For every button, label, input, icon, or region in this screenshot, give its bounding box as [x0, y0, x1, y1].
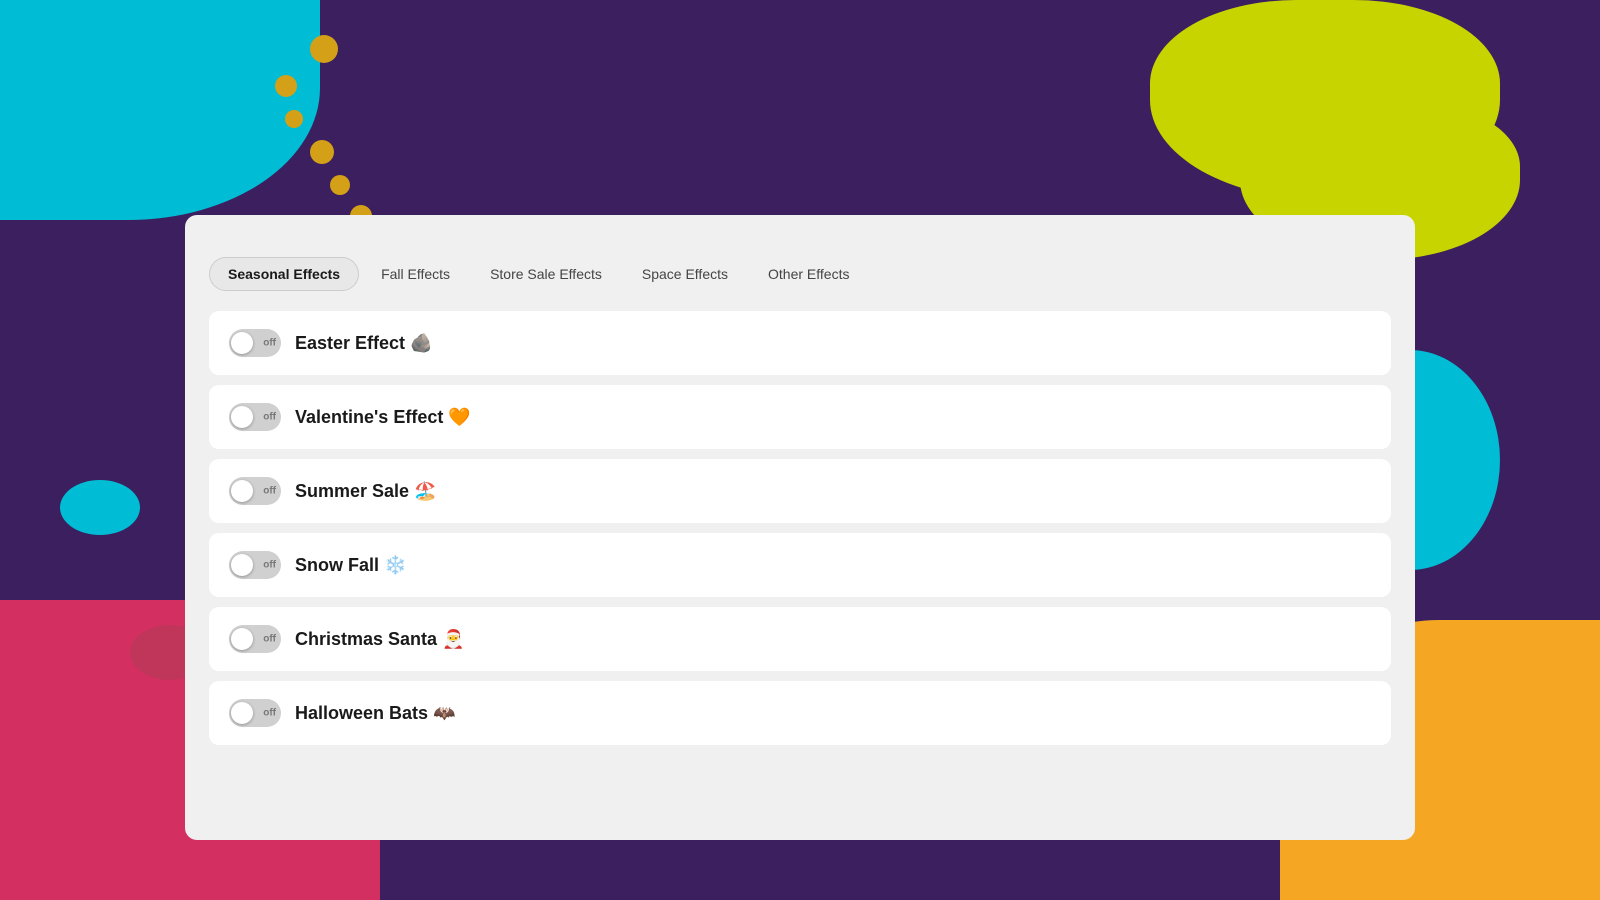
effect-row-easter: off Easter Effect 🪨 — [209, 311, 1391, 375]
tab-seasonal[interactable]: Seasonal Effects — [209, 257, 359, 291]
header — [0, 0, 1600, 230]
dashboard-panel: Seasonal EffectsFall EffectsStore Sale E… — [185, 215, 1415, 840]
tab-other[interactable]: Other Effects — [750, 258, 867, 290]
tab-space[interactable]: Space Effects — [624, 258, 746, 290]
effect-label-summer-sale: Summer Sale 🏖️ — [295, 481, 436, 502]
tabs-container: Seasonal EffectsFall EffectsStore Sale E… — [209, 257, 1391, 291]
toggle-valentines[interactable]: off — [229, 403, 281, 431]
effect-label-christmas-santa: Christmas Santa 🎅 — [295, 629, 464, 650]
toggle-christmas-santa[interactable]: off — [229, 625, 281, 653]
effect-label-easter: Easter Effect 🪨 — [295, 333, 432, 354]
toggle-easter[interactable]: off — [229, 329, 281, 357]
effect-row-valentines: off Valentine's Effect 🧡 — [209, 385, 1391, 449]
effect-row-snow-fall: off Snow Fall ❄️ — [209, 533, 1391, 597]
toggle-snow-fall[interactable]: off — [229, 551, 281, 579]
tab-fall[interactable]: Fall Effects — [363, 258, 468, 290]
effect-row-halloween-bats: off Halloween Bats 🦇 — [209, 681, 1391, 745]
effect-label-halloween-bats: Halloween Bats 🦇 — [295, 703, 455, 724]
effects-list: off Easter Effect 🪨 off Valentine's Effect … — [209, 311, 1391, 745]
effect-row-christmas-santa: off Christmas Santa 🎅 — [209, 607, 1391, 671]
tab-store-sale[interactable]: Store Sale Effects — [472, 258, 620, 290]
effect-row-summer-sale: off Summer Sale 🏖️ — [209, 459, 1391, 523]
toggle-halloween-bats[interactable]: off — [229, 699, 281, 727]
toggle-summer-sale[interactable]: off — [229, 477, 281, 505]
effect-label-snow-fall: Snow Fall ❄️ — [295, 555, 406, 576]
effect-label-valentines: Valentine's Effect 🧡 — [295, 407, 471, 428]
